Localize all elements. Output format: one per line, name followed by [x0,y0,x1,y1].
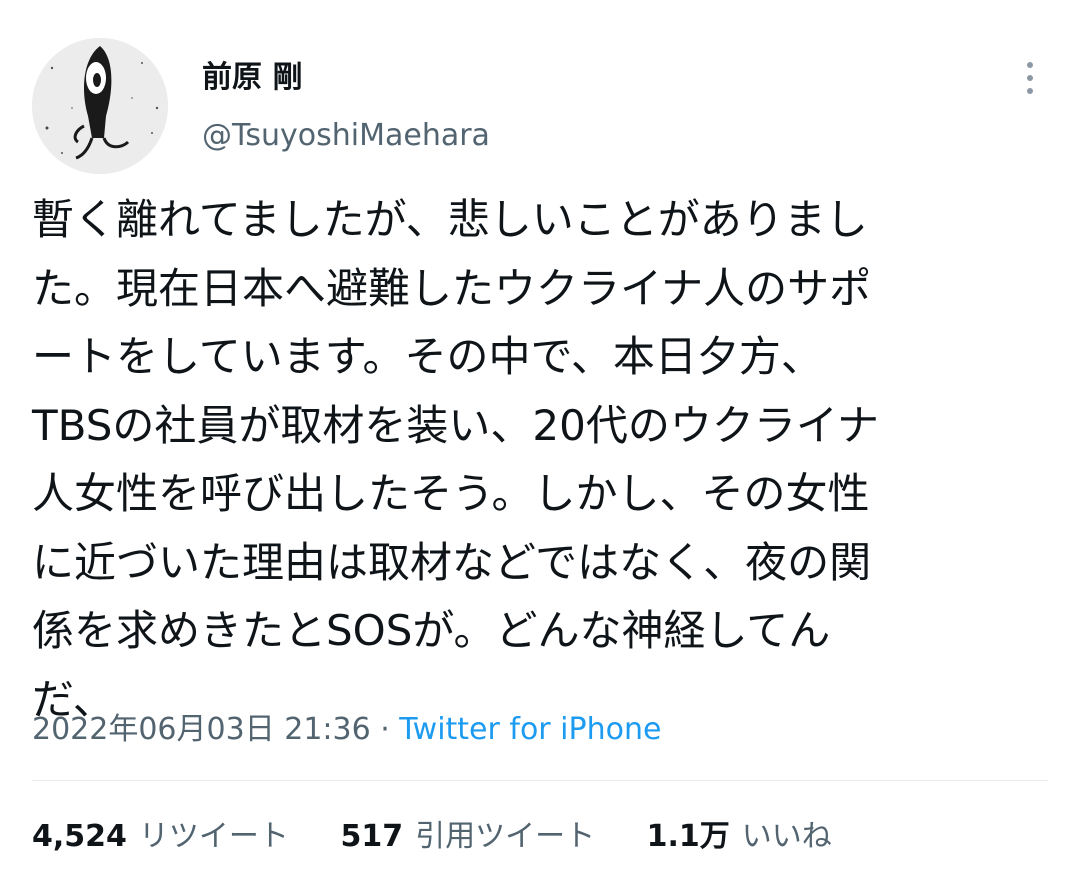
more-vertical-icon[interactable] [1010,56,1050,100]
timestamp[interactable]: 2022年06月03日 21:36 [32,712,371,747]
tweet-card: 前原 剛 @TsuyoshiMaehara 暫く離れてましたが、悲しいことがあり… [0,0,1077,887]
display-name[interactable]: 前原 剛 [202,56,302,100]
likes-count: 1.1万 [646,819,730,854]
tweet-text-line: に近づいた理由は取材などではなく、夜の関 [32,537,872,587]
quotes-count: 517 [340,819,404,854]
retweets-count: 4,524 [32,819,127,854]
tweet-text-line: ートをしています。その中で、本日夕方、 [32,332,823,381]
likes-label: いいね [741,819,832,854]
tweet-text-line: 人女性を呼び出したそう。しかし、その女性 [32,469,870,518]
tweet-stats: 4,524 リツイート 517 引用ツイート 1.1万 いいね [32,815,874,859]
tweet-text-line: 係を求めきたとSOSが。どんな神経してん [32,606,831,655]
more-dot [1027,62,1033,68]
likes-stat[interactable]: 1.1万 いいね [647,815,832,859]
more-dot [1027,75,1033,81]
more-dot [1027,88,1033,94]
retweets-stat[interactable]: 4,524 リツイート [32,815,289,859]
source-link[interactable]: Twitter for iPhone [399,712,661,747]
quotes-label: 引用ツイート [415,819,596,854]
tweet-text-line: 暫く離れてましたが、悲しいことがありまし [32,195,868,244]
user-handle[interactable]: @TsuyoshiMaehara [202,114,490,158]
avatar[interactable] [32,38,168,174]
tweet-text-line: TBSの社員が取材を装い、20代のウクライナ [32,400,879,450]
avatar-image [32,38,168,174]
tweet-meta: 2022年06月03日 21:36 · Twitter for iPhone [32,708,661,752]
retweets-label: リツイート [138,819,289,854]
quotes-stat[interactable]: 517 引用ツイート [340,815,595,859]
tweet-text-line: た。現在日本へ避難したウクライナ人のサポ [32,263,872,313]
divider [32,780,1048,781]
meta-separator: · [370,712,400,747]
tweet-text: 暫く離れてましたが、悲しいことがありまし た。現在日本へ避難したウクライナ人のサ… [32,186,1032,734]
